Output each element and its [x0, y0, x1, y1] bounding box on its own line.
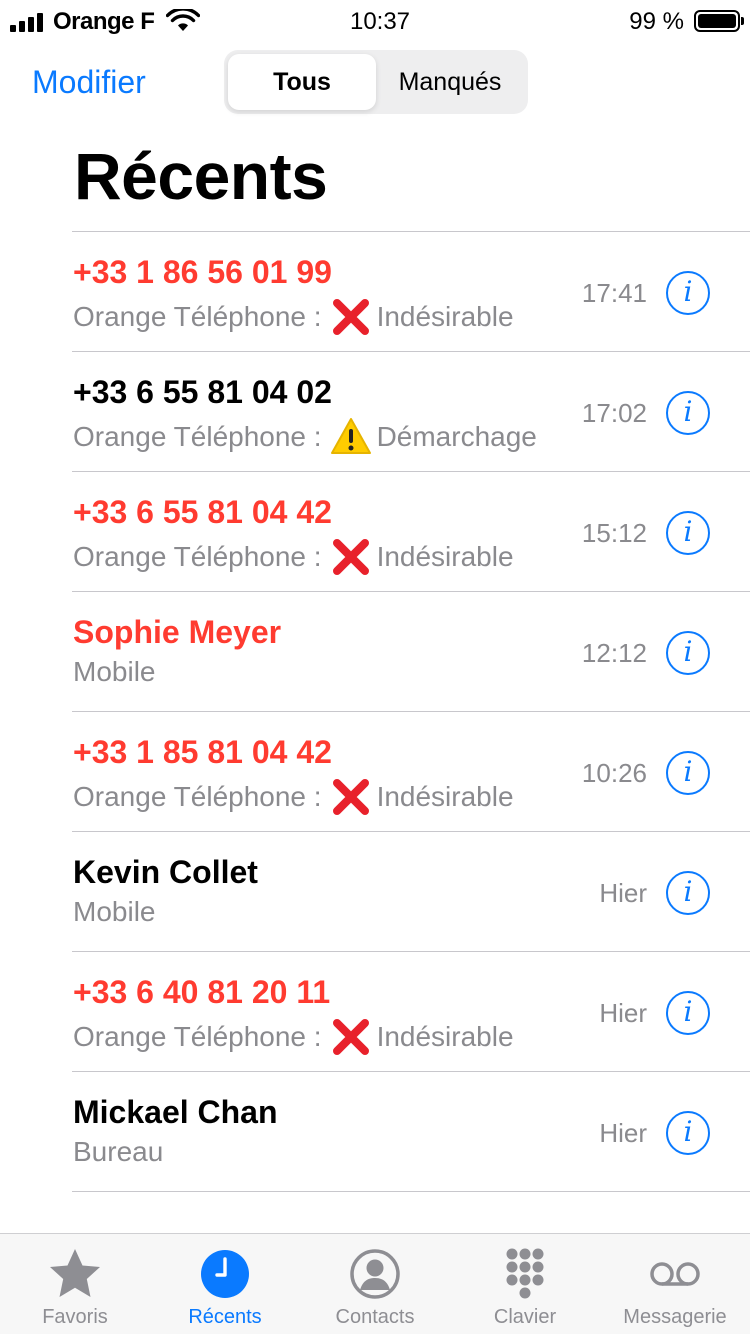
call-time: 17:02 [581, 398, 647, 428]
caller-name: +33 6 40 81 20 11 [73, 974, 331, 1010]
info-button[interactable]: i [666, 751, 710, 795]
call-subtitle: Bureau [73, 1136, 163, 1168]
call-row[interactable]: +33 6 55 81 04 02 Orange Téléphone : Démar… [72, 352, 750, 472]
call-row[interactable]: Kevin Collet Mobile Hier i [72, 832, 750, 952]
call-subtitle: Orange Téléphone : Indésirable [73, 776, 514, 818]
info-button[interactable]: i [666, 391, 710, 435]
keypad-icon [506, 1248, 544, 1299]
info-icon: i [683, 275, 693, 308]
caller-name: +33 6 55 81 04 02 [73, 374, 332, 410]
call-subtitle: Mobile [73, 656, 155, 688]
clock-icon [201, 1250, 249, 1298]
info-icon: i [683, 875, 693, 908]
info-button[interactable]: i [666, 1111, 710, 1155]
call-subtitle: Orange Téléphone : Démarchage [73, 416, 537, 458]
voicemail-icon [650, 1262, 700, 1286]
info-icon: i [683, 755, 693, 788]
star-icon [50, 1249, 100, 1297]
call-subtitle: Mobile [73, 896, 155, 928]
tab-keypad[interactable]: Clavier [450, 1234, 600, 1334]
red-cross-icon [330, 776, 372, 818]
spam-category: Indésirable [376, 1021, 514, 1052]
status-bar: Orange F 10:37 99 % [0, 0, 750, 44]
info-button[interactable]: i [666, 871, 710, 915]
call-row[interactable]: +33 1 86 56 01 99 Orange Téléphone : Indés… [72, 232, 750, 352]
call-label: Orange Téléphone : [73, 1021, 322, 1052]
spam-category: Démarchage [376, 421, 537, 452]
recent-calls-list: +33 1 86 56 01 99 Orange Téléphone : Indés… [72, 231, 750, 1192]
info-button[interactable]: i [666, 631, 710, 675]
warning-icon [330, 416, 372, 458]
call-time: Hier [599, 998, 647, 1028]
call-time: 17:41 [581, 278, 647, 308]
caller-name: Kevin Collet [73, 854, 258, 890]
call-label: Orange Téléphone : [73, 541, 322, 572]
tab-label-contacts: Contacts [335, 1306, 415, 1328]
edit-button[interactable]: Modifier [32, 64, 146, 101]
call-time: 15:12 [581, 518, 647, 548]
battery-percentage: 99 % [629, 8, 684, 35]
segment-all[interactable]: Tous [228, 54, 376, 110]
caller-name: +33 6 55 81 04 42 [73, 494, 332, 530]
call-row[interactable]: +33 6 55 81 04 42 Orange Téléphone : Indés… [72, 472, 750, 592]
tab-label-keypad: Clavier [493, 1306, 557, 1328]
tab-voicemail[interactable]: Messagerie [600, 1234, 750, 1334]
tab-contacts[interactable]: Contacts [300, 1234, 450, 1334]
call-subtitle: Orange Téléphone : Indésirable [73, 536, 514, 578]
red-cross-icon [330, 1016, 372, 1058]
call-row[interactable]: +33 1 85 81 04 42 Orange Téléphone : Indés… [72, 712, 750, 832]
call-label: Orange Téléphone : [73, 781, 322, 812]
call-row[interactable]: +33 6 40 81 20 11 Orange Téléphone : Indés… [72, 952, 750, 1072]
call-subtitle: Orange Téléphone : Indésirable [73, 1016, 514, 1058]
info-button[interactable]: i [666, 271, 710, 315]
tab-bar: Favoris Récents Contacts Clavier Message… [0, 1233, 750, 1334]
info-icon: i [683, 1115, 693, 1148]
spam-category: Indésirable [376, 781, 514, 812]
spam-category: Indésirable [376, 301, 514, 332]
info-icon: i [683, 395, 693, 428]
segment-missed[interactable]: Manqués [376, 54, 524, 110]
call-label: Mobile [73, 896, 156, 927]
call-label: Orange Téléphone : [73, 421, 322, 452]
info-button[interactable]: i [666, 991, 710, 1035]
call-label: Orange Téléphone : [73, 301, 322, 332]
call-time: 10:26 [581, 758, 647, 788]
red-cross-icon [330, 296, 372, 338]
call-row[interactable]: Mickael Chan Bureau Hier i [72, 1072, 750, 1192]
call-time: Hier [599, 878, 647, 908]
call-time: 12:12 [581, 638, 647, 668]
red-cross-icon [330, 536, 372, 578]
spam-category: Indésirable [376, 541, 514, 572]
tab-label-recents: Récents [188, 1306, 262, 1328]
page-title: Récents [74, 139, 328, 213]
call-time: Hier [599, 1118, 647, 1148]
filter-segmented-control: Tous Manqués [224, 50, 528, 114]
info-icon: i [683, 635, 693, 668]
caller-name: +33 1 86 56 01 99 [73, 254, 332, 290]
battery-icon [694, 10, 744, 32]
caller-name: +33 1 85 81 04 42 [73, 734, 332, 770]
tab-label-voicemail: Messagerie [623, 1306, 727, 1328]
caller-name: Mickael Chan [73, 1094, 278, 1130]
tab-favorites[interactable]: Favoris [0, 1234, 150, 1334]
call-label: Mobile [73, 656, 156, 687]
caller-name: Sophie Meyer [73, 614, 282, 650]
person-circle-icon [350, 1249, 400, 1299]
call-subtitle: Orange Téléphone : Indésirable [73, 296, 514, 338]
info-button[interactable]: i [666, 511, 710, 555]
tab-label-favorites: Favoris [42, 1306, 108, 1328]
info-icon: i [683, 995, 693, 1028]
info-icon: i [683, 515, 693, 548]
call-label: Bureau [73, 1136, 164, 1167]
tab-recents[interactable]: Récents [150, 1234, 300, 1334]
call-row[interactable]: Sophie Meyer Mobile 12:12 i [72, 592, 750, 712]
